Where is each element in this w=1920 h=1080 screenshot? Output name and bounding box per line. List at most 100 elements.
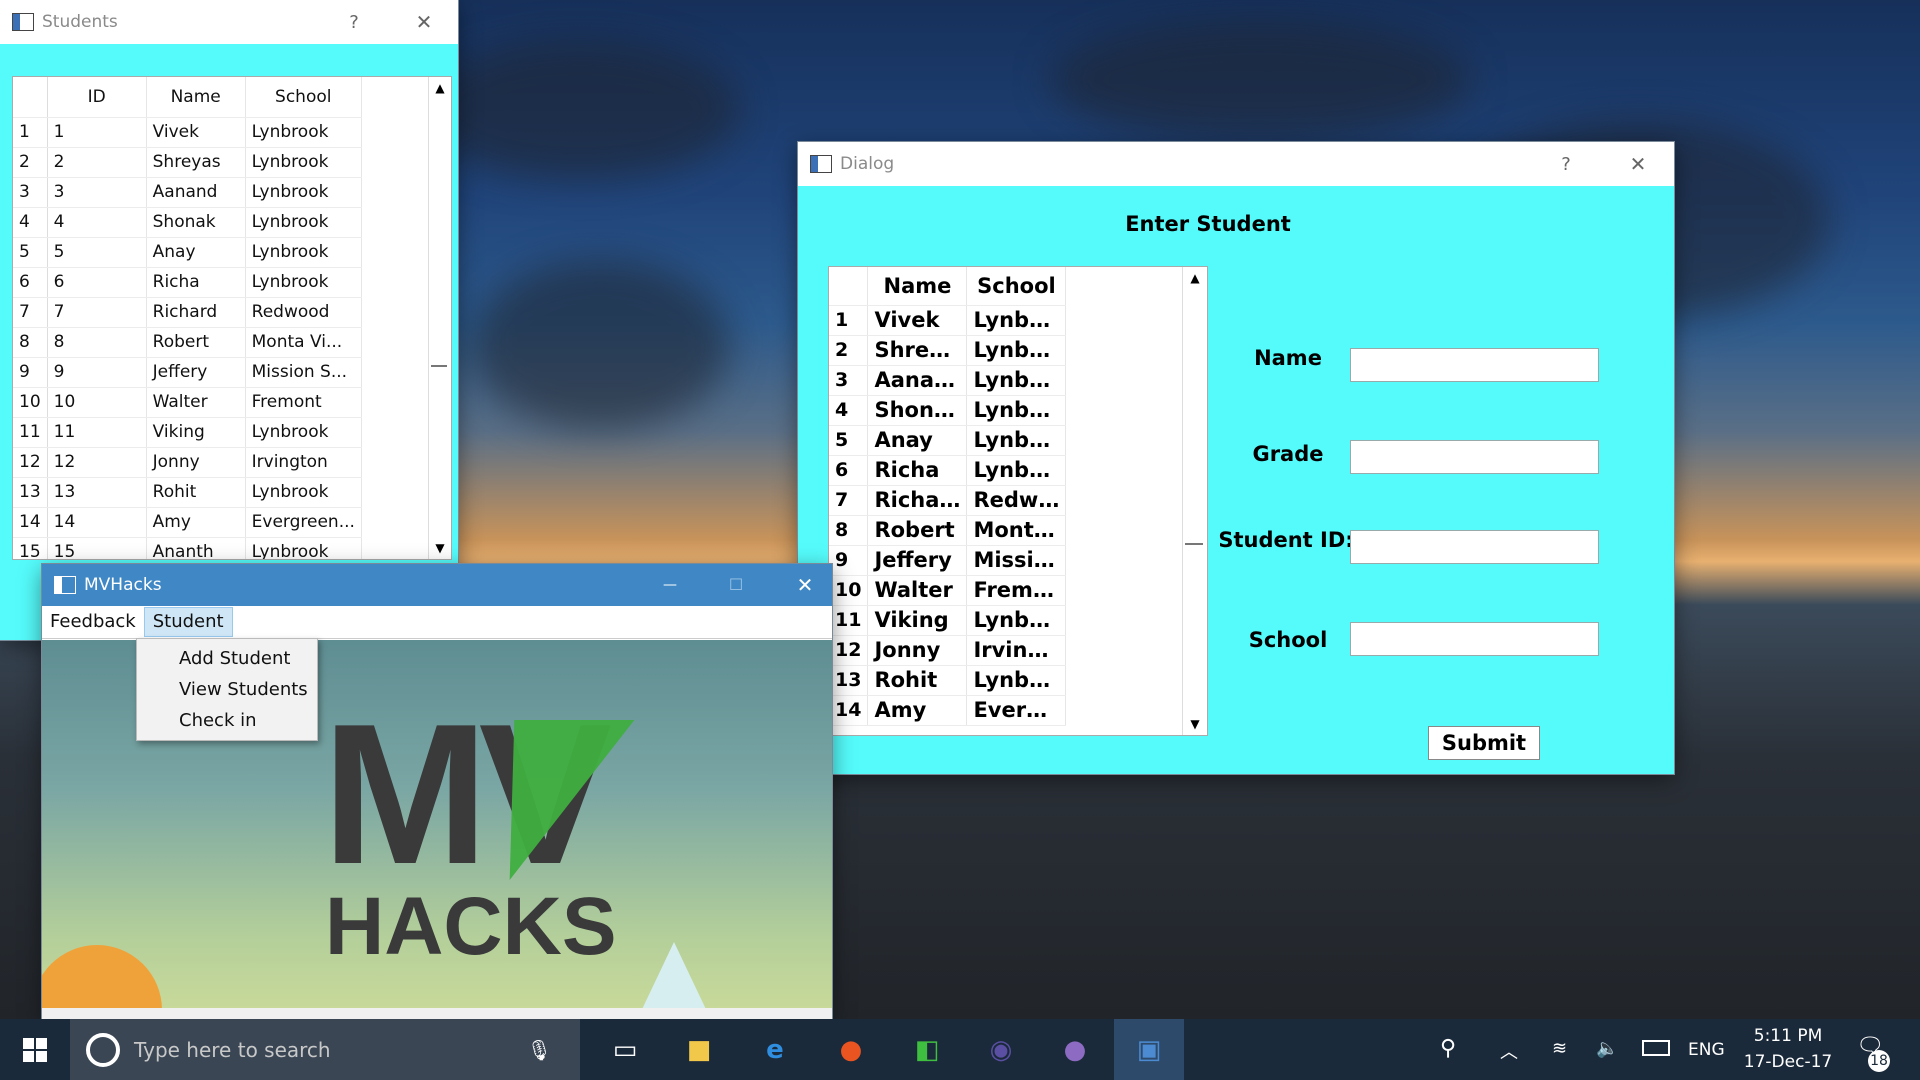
row-number[interactable]: 2 [829, 335, 869, 366]
row-number[interactable]: 5 [829, 425, 869, 456]
cell-school[interactable]: Monta Vi... [245, 327, 362, 358]
cell-id[interactable]: 3 [47, 177, 147, 208]
minimize-button[interactable]: — [642, 564, 698, 606]
row-number[interactable]: 7 [13, 297, 48, 328]
cell-school[interactable]: Redwood [245, 297, 362, 328]
table-row[interactable]: 11VikingLynbro... [829, 605, 1067, 636]
cell-id[interactable]: 8 [47, 327, 147, 358]
row-number[interactable]: 2 [13, 147, 48, 178]
cell-school[interactable]: Monta ... [966, 515, 1067, 546]
task-view-icon[interactable]: ▭ [590, 1019, 660, 1080]
scroll-down-arrow-icon[interactable]: ▼ [435, 541, 444, 555]
cell-id[interactable]: 7 [47, 297, 147, 328]
maximize-button[interactable]: ☐ [708, 564, 764, 606]
menu-student[interactable]: Student [143, 607, 233, 637]
cell-school[interactable]: Mission ... [966, 545, 1067, 576]
cell-school[interactable]: Lynbrook [245, 117, 362, 148]
row-number[interactable]: 11 [13, 417, 48, 448]
cell-name[interactable]: Shreyas [867, 335, 968, 366]
row-number[interactable]: 15 [13, 537, 48, 559]
cell-id[interactable]: 1 [47, 117, 147, 148]
table-row[interactable]: 5AnayLynbro... [829, 425, 1067, 456]
table-row[interactable]: 14 Amy Evergr... [829, 695, 1067, 726]
cell-name[interactable]: Walter [146, 387, 246, 418]
table-row[interactable]: 3AanandLynbro... [829, 365, 1067, 396]
volume-icon[interactable]: 🔈 [1596, 1038, 1618, 1059]
language-indicator[interactable]: ENG [1688, 1040, 1725, 1060]
cell-school[interactable]: Lynbro... [966, 335, 1067, 366]
cell-name[interactable]: Ananth [146, 537, 246, 559]
scroll-up-arrow-icon[interactable]: ▲ [435, 81, 444, 95]
cell-name[interactable]: Rohit [867, 665, 968, 696]
cell-name[interactable]: Shreyas [146, 147, 246, 178]
wifi-icon[interactable]: ≋ [1552, 1038, 1567, 1059]
row-number[interactable]: 12 [13, 447, 48, 478]
cell-name[interactable]: Richa [867, 455, 968, 486]
row-number[interactable]: 1 [829, 305, 869, 336]
edge-browser-icon[interactable]: e [740, 1019, 810, 1080]
cell-school[interactable]: Fremont [245, 387, 362, 418]
cell-id[interactable]: 2 [47, 147, 147, 178]
row-number[interactable]: 4 [829, 395, 869, 426]
menu-view-students[interactable]: View Students [137, 674, 317, 705]
cell-school[interactable]: Fremont [966, 575, 1067, 606]
cell-name[interactable]: Walter [867, 575, 968, 606]
cell-school[interactable]: Lynbrook [245, 177, 362, 208]
microphone-icon[interactable]: 🎙 [527, 1038, 552, 1062]
cell-name[interactable]: Rohit [146, 477, 246, 508]
column-header[interactable]: School [966, 267, 1067, 306]
table-row[interactable]: 13RohitLynbro... [829, 665, 1067, 696]
cell-name[interactable]: Viking [867, 605, 968, 636]
row-number[interactable]: 5 [13, 237, 48, 268]
cell-name[interactable]: Jonny [146, 447, 246, 478]
cell-name[interactable]: Richard [146, 297, 246, 328]
cell-school[interactable]: Irvington [245, 447, 362, 478]
cell-id[interactable]: 12 [47, 447, 147, 478]
close-button[interactable]: ✕ [1610, 142, 1666, 186]
camtasia-icon[interactable]: ◧ [892, 1019, 962, 1080]
cell-school[interactable]: Irvington [966, 635, 1067, 666]
help-button[interactable]: ? [1538, 142, 1594, 186]
cell-school[interactable]: Evergreen... [245, 507, 362, 538]
clock-date[interactable]: 17-Dec-17 [1740, 1052, 1836, 1072]
row-number[interactable]: 10 [829, 575, 869, 606]
show-hidden-icons-icon[interactable]: ︿ [1500, 1038, 1518, 1064]
row-number[interactable]: 6 [829, 455, 869, 486]
close-button[interactable]: ✕ [778, 564, 832, 606]
table-row[interactable]: 12 12 Jonny Irvington [13, 447, 362, 478]
row-number[interactable]: 10 [13, 387, 48, 418]
python-app-icon[interactable]: ▣ [1114, 1019, 1184, 1080]
table-row[interactable]: 8RobertMonta ... [829, 515, 1067, 546]
cell-name[interactable]: Jeffery [867, 545, 968, 576]
row-number[interactable]: 12 [829, 635, 869, 666]
scroll-up-arrow-icon[interactable]: ▲ [1190, 271, 1199, 285]
name-input[interactable] [1350, 348, 1599, 382]
table-row[interactable]: 13 13 Rohit Lynbrook [13, 477, 362, 508]
column-header[interactable]: ID [47, 77, 147, 118]
row-number[interactable]: 9 [829, 545, 869, 576]
cell-school[interactable]: Lynbro... [966, 605, 1067, 636]
search-box[interactable]: Type here to search 🎙 [70, 1019, 580, 1080]
school-input[interactable] [1350, 622, 1599, 656]
cell-id[interactable]: 9 [47, 357, 147, 388]
cell-school[interactable]: Lynbrook [245, 147, 362, 178]
table-row[interactable]: 6RichaLynbro... [829, 455, 1067, 486]
cell-name[interactable]: Amy [867, 695, 968, 726]
cell-name[interactable]: Robert [146, 327, 246, 358]
table-row[interactable]: 4ShonakLynbro... [829, 395, 1067, 426]
row-number[interactable]: 13 [829, 665, 869, 696]
column-header[interactable]: School [245, 77, 362, 118]
row-number[interactable]: 7 [829, 485, 869, 516]
table-row[interactable]: 1VivekLynbro... [829, 305, 1067, 336]
student-id-input[interactable] [1350, 530, 1599, 564]
table-row[interactable]: 10 Walter Fremont [829, 575, 1067, 606]
people-icon[interactable]: ⚲ [1440, 1036, 1456, 1061]
cell-name[interactable]: Robert [867, 515, 968, 546]
table-row[interactable]: 7RichardRedwo... [829, 485, 1067, 516]
table-row[interactable]: 12JonnyIrvington [829, 635, 1067, 666]
cell-school[interactable]: Lynbrook [245, 537, 362, 559]
cell-id[interactable]: 11 [47, 417, 147, 448]
table-row[interactable]: 2ShreyasLynbro... [829, 335, 1067, 366]
grade-input[interactable] [1350, 440, 1599, 474]
table-row[interactable]: 7 7 Richard Redwood [13, 297, 362, 328]
